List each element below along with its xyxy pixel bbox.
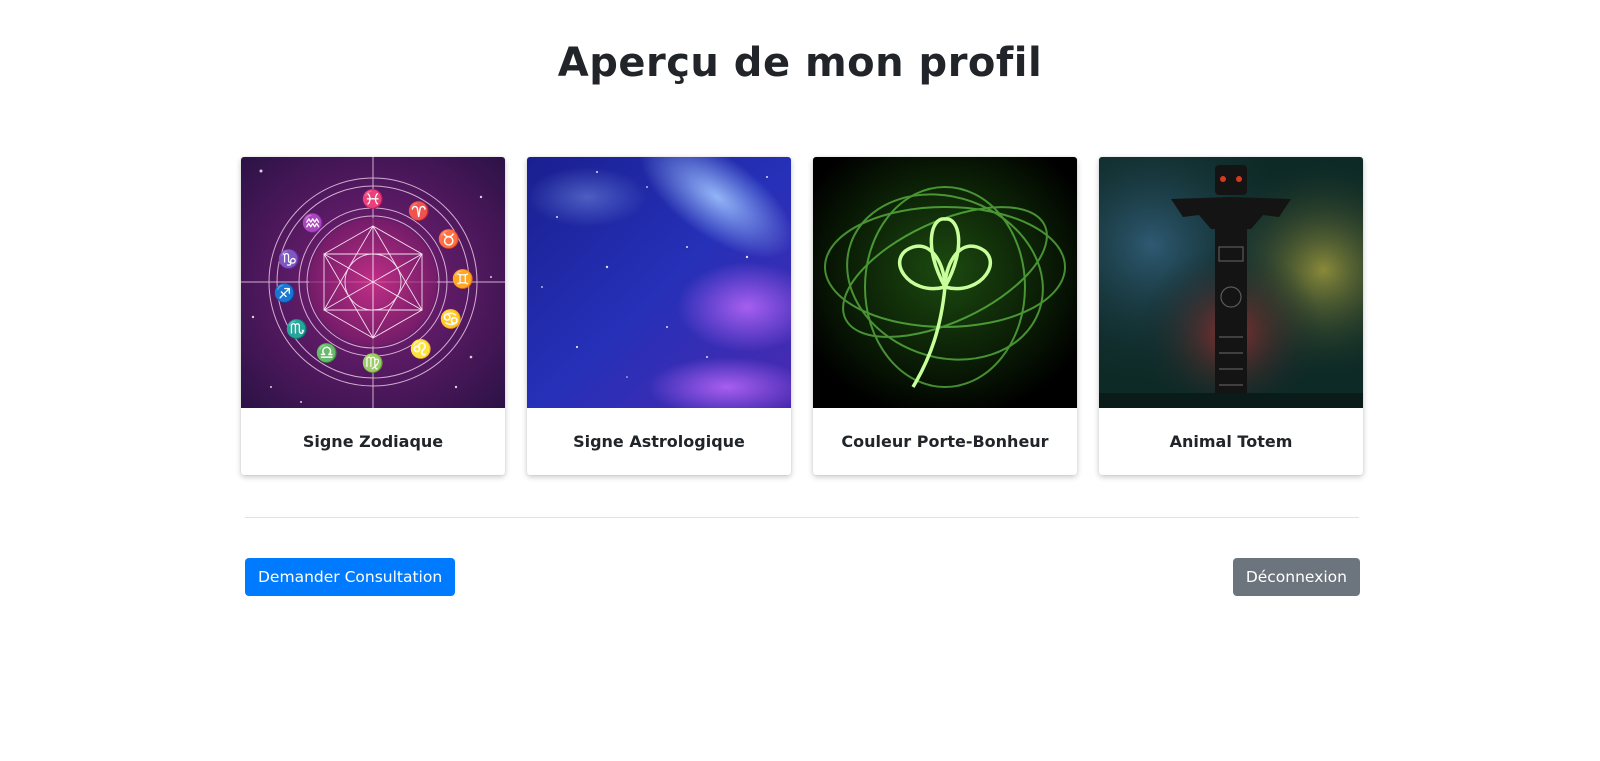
- svg-text:♏: ♏: [286, 318, 308, 340]
- card-signe-zodiaque[interactable]: ♓ ♈ ♉ ♊ ♋ ♌ ♍ ♎ ♏ ♐ ♑ ♒ Signe Zodiaque: [241, 157, 505, 475]
- request-consultation-button[interactable]: Demander Consultation: [245, 558, 456, 596]
- card-label: Couleur Porte-Bonheur: [841, 432, 1049, 451]
- card-animal-totem[interactable]: Animal Totem: [1099, 157, 1363, 475]
- card-label: Signe Zodiaque: [302, 432, 444, 451]
- svg-text:♍: ♍: [362, 352, 384, 374]
- card-couleur-porte-bonheur[interactable]: Couleur Porte-Bonheur: [813, 157, 1077, 475]
- svg-text:♉: ♉: [438, 228, 460, 250]
- card-signe-astrologique[interactable]: Signe Astrologique: [527, 157, 791, 475]
- galaxy-nebula-image: [527, 157, 791, 408]
- section-divider: [245, 517, 1359, 518]
- card-label: Animal Totem: [1169, 432, 1293, 451]
- svg-text:♑: ♑: [278, 248, 300, 270]
- svg-text:♓: ♓: [362, 188, 384, 210]
- svg-text:♐: ♐: [274, 282, 296, 304]
- profile-cards: ♓ ♈ ♉ ♊ ♋ ♌ ♍ ♎ ♏ ♐ ♑ ♒ Signe Zodiaque S…: [241, 157, 1363, 475]
- page-title: Aperçu de mon profil: [557, 40, 1043, 86]
- svg-text:♈: ♈: [408, 200, 430, 222]
- zodiac-wheel-image: ♓ ♈ ♉ ♊ ♋ ♌ ♍ ♎ ♏ ♐ ♑ ♒: [241, 157, 505, 408]
- svg-text:♋: ♋: [440, 308, 462, 330]
- svg-text:♌: ♌: [410, 338, 432, 360]
- svg-text:♎: ♎: [316, 342, 338, 364]
- totem-pole-image: [1099, 157, 1363, 408]
- svg-text:♊: ♊: [452, 268, 474, 290]
- green-clover-light-image: [813, 157, 1077, 408]
- svg-text:♒: ♒: [302, 212, 324, 234]
- logout-button[interactable]: Déconnexion: [1232, 558, 1360, 596]
- card-label: Signe Astrologique: [573, 432, 745, 451]
